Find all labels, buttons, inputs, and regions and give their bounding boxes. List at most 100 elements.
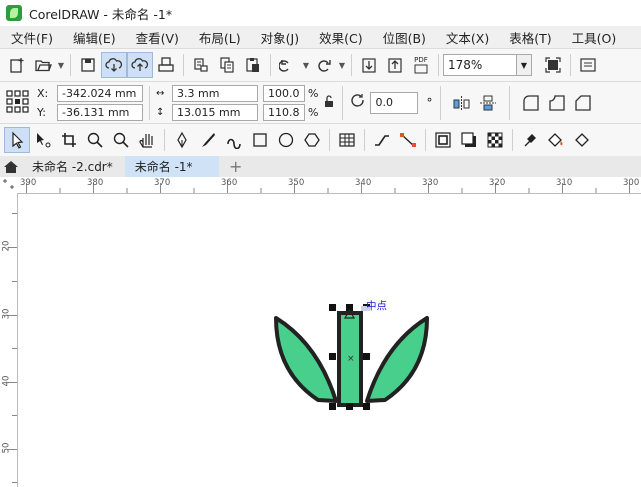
- tab-document-1[interactable]: 未命名 -1*: [124, 156, 219, 177]
- standard-toolbar: ▼ ▼ ▼ PDF 178% ▼: [0, 48, 641, 81]
- tab-document-2[interactable]: 未命名 -2.cdr*: [22, 156, 125, 177]
- menu-bitmaps[interactable]: 位图(B): [372, 28, 435, 47]
- property-bar: X: -342.024 mm Y: -36.131 mm ↔ 3.3 mm ↕ …: [0, 81, 641, 123]
- paste-icon[interactable]: [240, 52, 266, 78]
- menu-table[interactable]: 表格(T): [498, 28, 560, 47]
- ruler-tick-label: 40: [1, 375, 12, 387]
- transparency-tool-icon[interactable]: [482, 127, 508, 153]
- x-label: X:: [37, 86, 49, 100]
- home-icon[interactable]: [0, 156, 22, 177]
- save-icon[interactable]: [75, 52, 101, 78]
- window-title: CorelDRAW - 未命名 -1*: [29, 6, 173, 22]
- rotation-angle-field[interactable]: 0.0: [370, 91, 419, 114]
- ruler-tick-label: 30: [1, 308, 12, 320]
- polygon-tool-icon[interactable]: [299, 127, 325, 153]
- crop-tool-icon[interactable]: [56, 127, 82, 153]
- scale-x-field[interactable]: 100.0: [263, 84, 305, 102]
- separator: [512, 129, 513, 151]
- menu-layout[interactable]: 布局(L): [188, 28, 250, 47]
- shape-tool-icon[interactable]: [30, 127, 56, 153]
- scale-y-field[interactable]: 110.8: [263, 103, 305, 121]
- separator: [570, 54, 571, 76]
- ruler-tick-label: 330: [422, 178, 439, 188]
- x-position-field[interactable]: -342.024 mm: [57, 84, 143, 102]
- separator: [438, 54, 439, 76]
- mirror-vertical-icon[interactable]: [475, 90, 501, 116]
- y-position-field[interactable]: -36.131 mm: [57, 103, 143, 121]
- ruler-tick-label: 350: [288, 178, 305, 188]
- separator: [149, 85, 150, 120]
- full-screen-icon[interactable]: [540, 52, 566, 78]
- scalloped-corner-icon[interactable]: [544, 90, 570, 116]
- menu-object[interactable]: 对象(J): [250, 28, 308, 47]
- cloud-download-icon[interactable]: [101, 52, 127, 78]
- ruler-corner[interactable]: [0, 177, 18, 194]
- ruler-tick-label: 380: [87, 178, 104, 188]
- width-field[interactable]: 3.3 mm: [172, 84, 258, 102]
- print-icon[interactable]: [153, 52, 179, 78]
- scale-y-unit: %: [308, 105, 319, 119]
- rectangle-tool-icon[interactable]: [247, 127, 273, 153]
- height-field[interactable]: 13.015 mm: [172, 103, 258, 121]
- ruler-tick-label: 390: [20, 178, 37, 188]
- title-bar: CorelDRAW - 未命名 -1*: [0, 0, 641, 26]
- export-pdf-icon[interactable]: PDF: [408, 52, 434, 78]
- degree-symbol: °: [426, 95, 433, 110]
- reference-point-icon[interactable]: [5, 88, 31, 117]
- drawing-canvas[interactable]: × 中点: [18, 194, 641, 487]
- redo-icon[interactable]: [311, 52, 337, 78]
- zoom-dropdown-icon[interactable]: ▼: [517, 54, 532, 76]
- ellipse-tool-icon[interactable]: [273, 127, 299, 153]
- pdf-label: PDF: [414, 56, 428, 64]
- drop-shadow-icon[interactable]: [456, 127, 482, 153]
- menu-effects[interactable]: 效果(C): [308, 28, 371, 47]
- interactive-fill-icon[interactable]: [543, 127, 569, 153]
- menu-bar: 文件(F) 编辑(E) 查看(V) 布局(L) 对象(J) 效果(C) 位图(B…: [0, 26, 641, 48]
- vertical-ruler[interactable]: 20 30 40 50: [0, 193, 18, 487]
- menu-text[interactable]: 文本(X): [435, 28, 498, 47]
- pen-tool-icon[interactable]: [169, 127, 195, 153]
- separator: [329, 129, 330, 151]
- menu-edit[interactable]: 编辑(E): [62, 28, 125, 47]
- cloud-upload-icon[interactable]: [127, 52, 153, 78]
- table-tool-icon[interactable]: [334, 127, 360, 153]
- chamfered-corner-icon[interactable]: [570, 90, 596, 116]
- add-tab-icon[interactable]: +: [225, 156, 247, 177]
- undo-icon[interactable]: [275, 52, 301, 78]
- menu-file[interactable]: 文件(F): [0, 28, 62, 47]
- block-shadow-icon[interactable]: [430, 127, 456, 153]
- y-label: Y:: [37, 105, 46, 119]
- ruler-tick-label: 360: [221, 178, 238, 188]
- zoom-tool-icon[interactable]: [82, 127, 108, 153]
- ruler-tick-label: 320: [489, 178, 506, 188]
- pan-tool-icon[interactable]: [134, 127, 160, 153]
- left-leaf-shape: [274, 316, 338, 403]
- smart-draw-icon[interactable]: [221, 127, 247, 153]
- open-folder-icon[interactable]: [30, 52, 56, 78]
- undo-dropdown-icon[interactable]: ▼: [301, 61, 311, 70]
- export-icon[interactable]: [382, 52, 408, 78]
- horizontal-ruler[interactable]: 390 380 370 360 350 340 330 320 310 300: [17, 177, 641, 194]
- connector-tool-icon[interactable]: [369, 127, 395, 153]
- dimension-tool-icon[interactable]: [395, 127, 421, 153]
- copy-icon[interactable]: [214, 52, 240, 78]
- pick-tool-icon[interactable]: [4, 127, 30, 153]
- import-icon[interactable]: [356, 52, 382, 78]
- zoom-level-field[interactable]: 178%: [443, 54, 517, 76]
- artistic-media-icon[interactable]: [195, 127, 221, 153]
- redo-dropdown-icon[interactable]: ▼: [337, 61, 347, 70]
- zoom-tool-icon[interactable]: [108, 127, 134, 153]
- mirror-horizontal-icon[interactable]: [449, 90, 475, 116]
- eyedropper-tool-icon[interactable]: [517, 127, 543, 153]
- new-document-icon[interactable]: [4, 52, 30, 78]
- cut-icon[interactable]: [188, 52, 214, 78]
- app-launcher-icon[interactable]: [575, 52, 601, 78]
- smart-fill-icon[interactable]: [569, 127, 595, 153]
- width-icon: ↔: [156, 87, 165, 99]
- menu-tools[interactable]: 工具(O): [561, 28, 626, 47]
- round-corner-icon[interactable]: [518, 90, 544, 116]
- lock-ratio-icon[interactable]: [322, 92, 336, 113]
- menu-view[interactable]: 查看(V): [125, 28, 188, 47]
- separator: [509, 85, 511, 120]
- open-dropdown-icon[interactable]: ▼: [56, 61, 66, 70]
